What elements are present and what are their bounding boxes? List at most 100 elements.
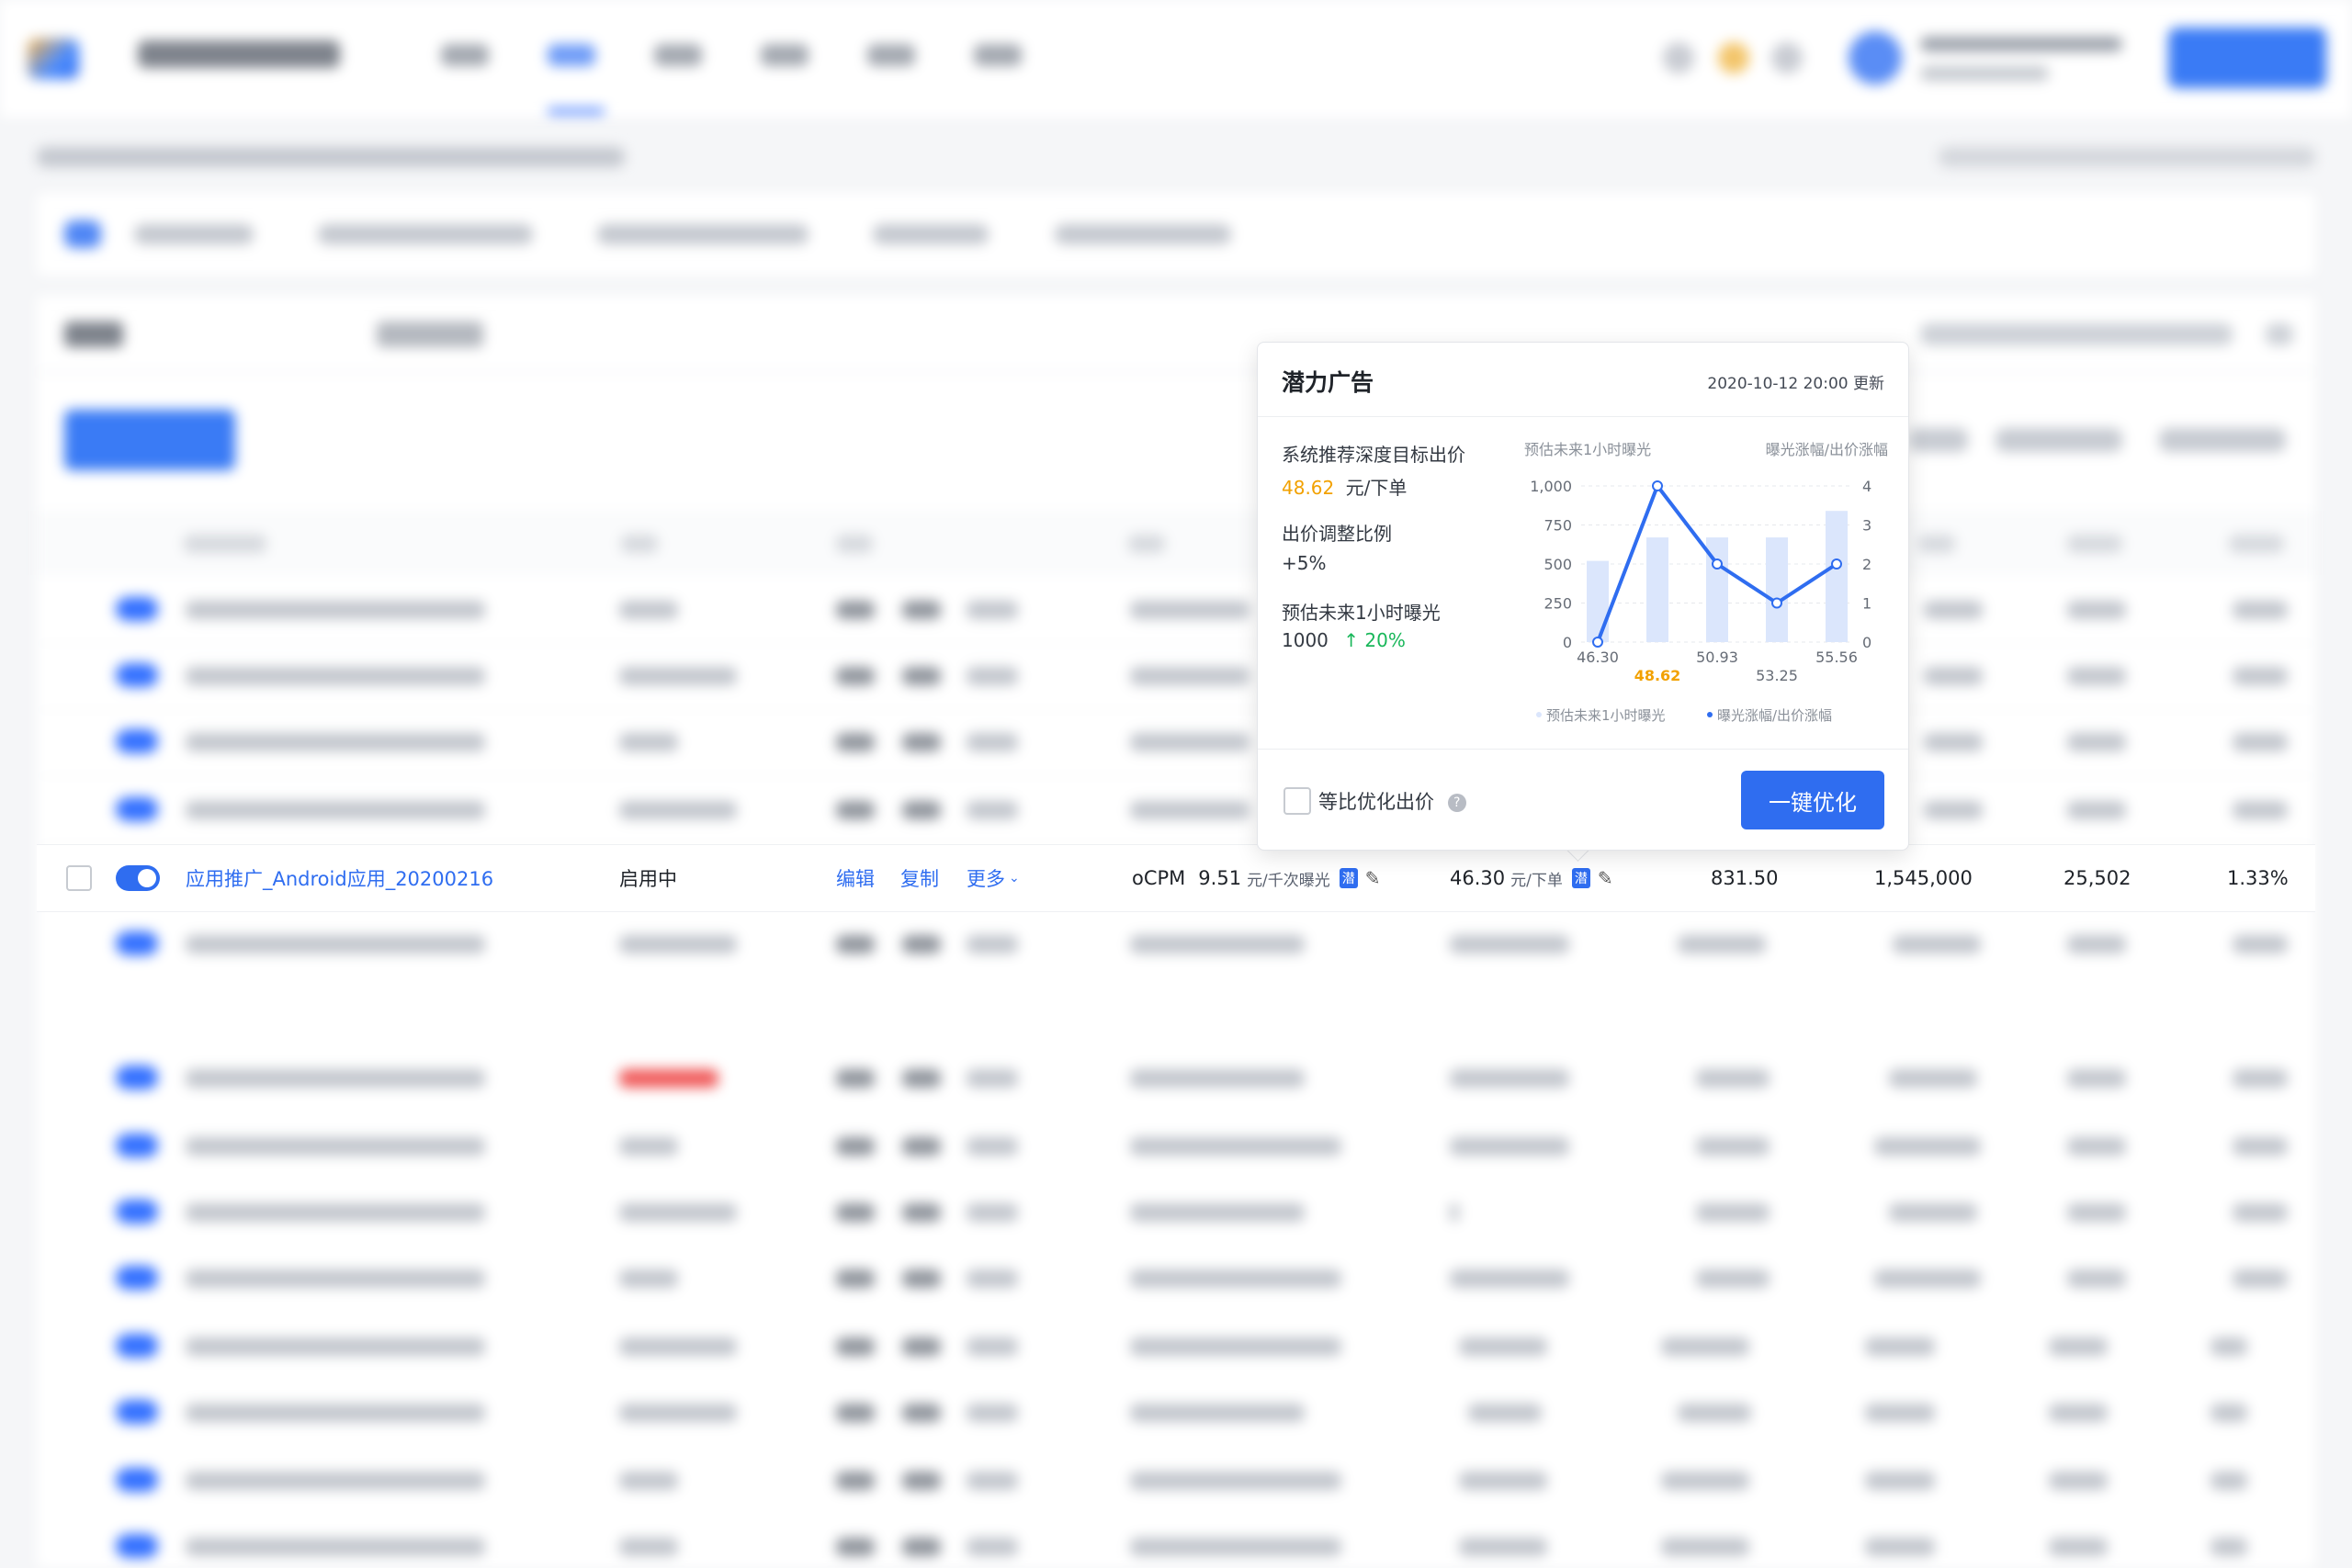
metric-cell: 1,545,000 — [1874, 867, 1973, 889]
chart-point — [1712, 558, 1723, 570]
filter-chip — [597, 224, 808, 244]
metric-cell: 831.50 — [1711, 867, 1779, 889]
table-header — [37, 511, 2315, 575]
pencil-icon[interactable]: ✎ — [1598, 867, 1613, 889]
cell-placeholder — [1874, 1269, 1981, 1288]
cell-placeholder — [2233, 733, 2288, 751]
cell-placeholder — [186, 667, 485, 685]
cell-placeholder — [836, 801, 875, 819]
more-label: 更多 — [967, 868, 1005, 890]
column-header-placeholder — [184, 535, 266, 553]
legend-label: 预估未来1小时曝光 — [1546, 707, 1666, 724]
ad-name-link[interactable]: 应用推广_Android应用_20200216 — [186, 845, 493, 911]
edit-link[interactable]: 编辑 — [836, 845, 875, 911]
toolbar-placeholder — [2266, 323, 2293, 345]
cell-placeholder — [967, 801, 1018, 819]
cell-placeholder — [836, 667, 875, 685]
cell-placeholder — [1459, 1472, 1547, 1490]
potential-badge[interactable]: 潜 — [1571, 868, 1590, 888]
y-tick-left: 500 — [1544, 556, 1572, 573]
update-time: 2020-10-12 20:00 更新 — [1707, 375, 1884, 393]
legend-label: 曝光涨幅/出价涨幅 — [1717, 707, 1832, 724]
x-tick-label: 50.93 — [1696, 649, 1738, 666]
app-logo — [28, 39, 79, 79]
switch-placeholder — [116, 597, 158, 621]
recommend-value-row: 48.62 元/下单 — [1282, 473, 1407, 500]
cell-placeholder — [836, 1069, 875, 1088]
one-click-optimize-button[interactable]: 一键优化 — [1741, 771, 1884, 829]
cell-placeholder — [902, 667, 941, 685]
cell-placeholder — [836, 1472, 875, 1490]
cell-placeholder — [967, 1404, 1018, 1422]
copy-link[interactable]: 复制 — [900, 845, 939, 911]
cell-placeholder — [967, 1069, 1018, 1088]
cell-placeholder — [2211, 1404, 2247, 1422]
deep-bid-value: 46.30 — [1450, 867, 1506, 889]
top-navigation-bar — [0, 0, 2352, 118]
row-enable-toggle[interactable] — [116, 845, 160, 911]
cell-placeholder — [186, 1203, 485, 1222]
cell-placeholder — [2067, 1137, 2126, 1156]
tab-placeholder — [64, 321, 123, 347]
cell-placeholder — [902, 1269, 941, 1288]
cell-placeholder — [967, 935, 1018, 953]
switch-placeholder — [116, 1200, 158, 1224]
chart-bar — [1766, 537, 1788, 642]
cell-placeholder — [619, 935, 737, 953]
cell-placeholder — [1678, 1404, 1751, 1422]
top-nav-item — [654, 44, 702, 66]
cell-placeholder — [1924, 667, 1983, 685]
cell-placeholder — [1459, 1538, 1547, 1556]
proportional-optimize-checkbox[interactable] — [1283, 787, 1311, 815]
x-tick-label: 46.30 — [1577, 649, 1619, 666]
cell-placeholder — [1893, 935, 1981, 953]
chart-bar — [1587, 560, 1609, 642]
cell-placeholder — [2233, 667, 2288, 685]
cell-placeholder — [1130, 1337, 1341, 1356]
switch-placeholder — [116, 1334, 158, 1358]
tab-placeholder — [377, 321, 483, 347]
cell-placeholder — [2067, 935, 2126, 953]
cell-placeholder — [1696, 1137, 1770, 1156]
potential-badge[interactable]: 潜 — [1339, 868, 1358, 888]
blurred-background — [0, 0, 2352, 1568]
proportional-optimize-text: 等比优化出价 — [1318, 791, 1434, 813]
cell-placeholder — [619, 1337, 737, 1356]
cell-placeholder — [619, 1538, 678, 1556]
cell-placeholder — [967, 1472, 1018, 1490]
cell-placeholder — [1865, 1472, 1935, 1490]
filter-chip — [873, 224, 989, 244]
cell-placeholder — [1468, 1404, 1542, 1422]
y-tick-left: 250 — [1544, 595, 1572, 613]
forecast-value: 1000 — [1282, 629, 1329, 651]
chart-point — [1652, 480, 1663, 491]
filter-chip — [318, 224, 533, 244]
recommend-value: 48.62 — [1282, 477, 1335, 499]
top-nav-item — [761, 44, 808, 66]
cell-placeholder — [1130, 935, 1305, 953]
cell-placeholder — [186, 733, 485, 751]
cell-placeholder — [1450, 1203, 1459, 1222]
cell-placeholder — [836, 1203, 875, 1222]
metric-cell: 1.33% — [2227, 867, 2289, 889]
cell-placeholder — [619, 733, 678, 751]
cell-placeholder — [902, 1538, 941, 1556]
switch-placeholder — [116, 931, 158, 955]
search-icon — [1663, 42, 1694, 73]
forecast-value-row: 1000 ↑ 20% — [1282, 629, 1406, 651]
cell-placeholder — [186, 1472, 485, 1490]
cell-placeholder — [967, 1337, 1018, 1356]
cell-placeholder — [2233, 1069, 2288, 1088]
cell-placeholder — [1450, 935, 1569, 953]
tab-divider — [37, 371, 2315, 373]
cell-placeholder — [967, 1538, 1018, 1556]
pencil-icon[interactable]: ✎ — [1365, 867, 1381, 889]
up-arrow-icon: ↑ — [1343, 629, 1360, 651]
cell-placeholder — [1130, 733, 1250, 751]
help-icon[interactable]: ? — [1447, 794, 1466, 812]
more-dropdown[interactable]: 更多 ⌄ — [967, 845, 1020, 911]
cell-placeholder — [1661, 1538, 1749, 1556]
row-checkbox[interactable] — [66, 845, 92, 911]
cell-placeholder — [967, 733, 1018, 751]
filter-chip — [1055, 224, 1231, 244]
